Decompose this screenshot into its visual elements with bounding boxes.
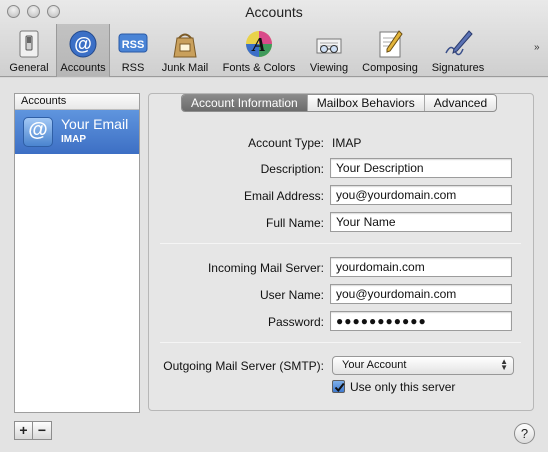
toolbar-viewing-label: Viewing	[309, 62, 349, 74]
use-only-server-checkbox[interactable]	[332, 380, 345, 393]
window-toolbar: Accounts General @ Accounts RSS RSS Junk…	[0, 0, 548, 77]
account-at-glyph: @	[28, 119, 48, 141]
account-at-icon: @	[23, 117, 53, 147]
email-address-field[interactable]: you@yourdomain.com	[330, 185, 512, 205]
junk-mail-bag-icon	[173, 33, 197, 58]
toolbar-rss[interactable]: RSS RSS	[114, 26, 152, 76]
account-name: Your Email	[61, 116, 129, 132]
general-switch-icon	[19, 30, 39, 58]
toolbar-junk-mail[interactable]: Junk Mail	[156, 26, 214, 76]
chevron-updown-icon: ▲ ▼	[500, 357, 508, 372]
section-divider	[160, 342, 521, 343]
section-divider	[160, 243, 521, 244]
toolbar-accounts-label: Accounts	[60, 62, 106, 74]
toolbar-general[interactable]: General	[6, 26, 52, 76]
toolbar-composing[interactable]: Composing	[358, 26, 422, 76]
accounts-list-header: Accounts	[15, 94, 139, 110]
account-type-label: Account Type:	[248, 136, 324, 150]
incoming-server-field[interactable]: yourdomain.com	[330, 257, 512, 277]
password-field[interactable]: ●●●●●●●●●●●	[330, 311, 512, 331]
toolbar-overflow-button[interactable]: »	[534, 42, 546, 56]
smtp-server-label: Outgoing Mail Server (SMTP):	[163, 359, 324, 373]
add-account-button[interactable]: +	[14, 421, 33, 440]
svg-text:RSS: RSS	[122, 39, 145, 51]
toolbar-rss-label: RSS	[121, 62, 145, 74]
toolbar-signatures-label: Signatures	[431, 62, 485, 74]
fonts-colors-icon: A	[246, 31, 272, 57]
toolbar-composing-label: Composing	[362, 62, 418, 74]
smtp-server-dropdown[interactable]: Your Account ▲ ▼	[332, 356, 514, 375]
account-list-buttons: + −	[14, 421, 52, 440]
toolbar-viewing[interactable]: Viewing	[304, 26, 354, 76]
tab-mailbox-behaviors[interactable]: Mailbox Behaviors	[308, 95, 425, 111]
account-list-item[interactable]: @ Your Email IMAP	[15, 110, 139, 154]
tab-account-information[interactable]: Account Information	[182, 95, 308, 111]
description-field[interactable]: Your Description	[330, 158, 512, 178]
remove-account-button[interactable]: −	[33, 421, 52, 440]
user-name-field[interactable]: you@yourdomain.com	[330, 284, 512, 304]
account-tabs: Account Information Mailbox Behaviors Ad…	[181, 94, 498, 112]
signatures-pen-icon	[445, 30, 473, 56]
toolbar-fonts-colors[interactable]: A Fonts & Colors	[218, 26, 300, 76]
toolbar-accounts[interactable]: @ Accounts	[56, 24, 110, 77]
smtp-server-selected-value: Your Account	[342, 359, 407, 371]
incoming-server-label: Incoming Mail Server:	[207, 261, 324, 275]
preferences-content: Accounts @ Your Email IMAP + − ? Account…	[0, 78, 548, 452]
at-sign-icon: @	[69, 30, 97, 58]
tab-advanced[interactable]: Advanced	[425, 95, 496, 111]
email-address-label: Email Address:	[243, 189, 324, 203]
composing-pencil-icon	[379, 30, 403, 58]
rss-icon: RSS	[118, 33, 148, 53]
viewing-glasses-icon	[316, 38, 342, 54]
accounts-list: Accounts @ Your Email IMAP	[14, 93, 140, 413]
toolbar-fonts-colors-label: Fonts & Colors	[222, 62, 296, 74]
window-title: Accounts	[245, 4, 303, 20]
full-name-label: Full Name:	[265, 216, 324, 230]
toolbar-general-label: General	[9, 62, 49, 74]
account-type-value: IMAP	[332, 136, 362, 150]
user-name-label: User Name:	[259, 288, 324, 302]
use-only-server-label: Use only this server	[350, 380, 456, 394]
password-label: Password:	[267, 315, 324, 329]
help-button[interactable]: ?	[514, 423, 535, 444]
full-name-field[interactable]: Your Name	[330, 212, 512, 232]
description-label: Description:	[260, 162, 324, 176]
toolbar-signatures[interactable]: Signatures	[426, 26, 490, 76]
checkmark-icon	[334, 382, 345, 393]
account-type-badge: IMAP	[61, 134, 86, 145]
svg-text:@: @	[74, 34, 92, 54]
toolbar-junk-mail-label: Junk Mail	[161, 62, 209, 74]
svg-text:A: A	[250, 34, 265, 56]
